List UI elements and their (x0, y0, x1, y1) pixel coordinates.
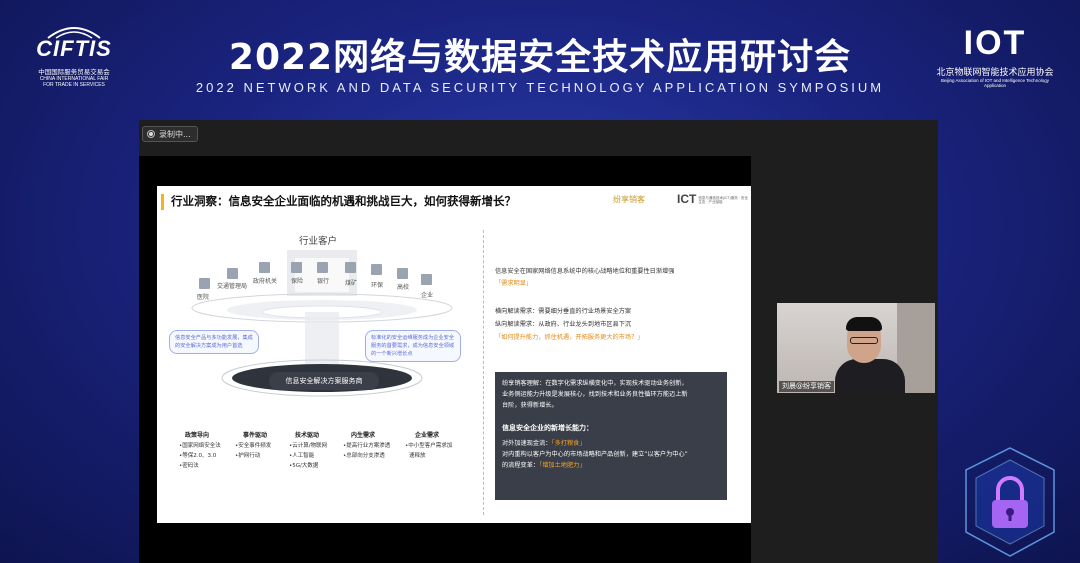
col-item: •中小型客户需求加 (405, 443, 453, 449)
col-head-policy: 政策导向 (185, 432, 210, 439)
bank-icon (317, 262, 328, 273)
highlight-text: 「如何提升能力，抓住机遇，开拓服务更大的市场？」 (495, 334, 644, 341)
ict-logo: ICT 信息与通信技术(ICT)服务 · 安全生态 · 产业赋能 (677, 192, 748, 206)
industry-label-mine: 煤矿 (345, 280, 358, 287)
col-item: •5G/大数据 (289, 463, 319, 469)
participant-glasses (850, 337, 878, 344)
highlight-text: 「增加土地肥力」 (539, 462, 586, 469)
hospital-icon (199, 278, 210, 289)
iot-association-logo: IOT 北京物联网智能技术应用协会 Beijing Association of… (930, 24, 1060, 96)
ict-mark: ICT (677, 192, 697, 206)
government-icon (259, 262, 270, 273)
col-item: •总部向分支渗透 (343, 453, 385, 459)
university-icon (397, 268, 408, 279)
industry-label-university: 高校 (397, 284, 410, 291)
highlight-text: 「多打粮食」 (551, 440, 586, 447)
col-item: 速释放 (409, 453, 426, 459)
right-note: 标准化的安全运维服务成为企业安全服务的首要需求，成为信息安全领域的一个新兴增长点 (365, 330, 461, 362)
right-p2-line1: 横向解读需求：需要细分垂直的行业场景安全方案 (495, 308, 632, 315)
col-item: •等保2.0、3.0 (179, 453, 217, 459)
iot-mark: IOT (963, 24, 1027, 62)
box-line: 对内重构以客户为中心的市场战略和产品创新，建立“以客户为中心” (502, 451, 688, 458)
slide-title: 行业洞察：信息安全企业面临的机遇和挑战巨大，如何获得新增长？ (171, 194, 516, 208)
record-icon (147, 130, 155, 138)
col-head-enterprise: 企业需求 (415, 432, 440, 439)
col-head-internal: 内生需求 (351, 432, 376, 439)
col-item: •护网行动 (235, 453, 261, 459)
col-head-event: 事件驱动 (243, 432, 268, 439)
col-item: •云计算/物联网 (289, 443, 328, 449)
col-item: •人工智能 (289, 453, 315, 459)
slide-divider (483, 230, 484, 515)
title-accent-bar (161, 194, 164, 210)
col-head-tech: 技术驱动 (295, 432, 320, 439)
event-banner: CIFTIS 中国国际服务贸易交易会 CHINA INTERNATIONAL F… (0, 0, 1080, 120)
box-line: 对外加速现金流：「多打粮食」 (502, 438, 720, 449)
col-item: •安全事件频发 (235, 443, 272, 449)
right-p1-highlight: 「需求明显」 (495, 278, 532, 289)
industry-label-bank: 银行 (317, 278, 330, 285)
recording-label: 录制中... (159, 129, 191, 139)
mine-icon (345, 262, 356, 273)
participant-name-label: 刘晨@纷享销客 (779, 381, 834, 392)
col-item: •国家网络安全法 (179, 443, 221, 449)
right-p2-highlight: 「如何提升能力，抓住机遇，开拓服务更大的市场？」 (495, 332, 644, 343)
iot-en: Beijing Association of IOT and Intellige… (941, 78, 1049, 88)
traffic-icon (227, 268, 238, 279)
enterprise-icon (421, 274, 432, 285)
box-prefix: 对外加速现金流： (502, 440, 552, 447)
industry-label-traffic: 交通管理局 (217, 283, 248, 290)
highlight-text: 「需求明显」 (495, 280, 533, 287)
event-subtitle: 2022 NETWORK AND DATA SECURITY TECHNOLOG… (195, 80, 885, 95)
fenxiang-logo: 纷享销客 (613, 195, 645, 204)
industry-label-government: 政府机关 (253, 278, 278, 285)
box-prefix: 的流程变革： (502, 462, 540, 469)
right-p2-line2: 纵向解读需求：从政府、行业龙头到地市区县下沉 (495, 321, 632, 328)
ict-desc: 信息与通信技术(ICT)服务 · 安全生态 · 产业赋能 (698, 195, 748, 204)
industry-label-enterprise: 企业 (421, 292, 434, 299)
event-title: 2022网络与数据安全技术应用研讨会 (228, 37, 852, 78)
box-line: 的流程变革：「增加土地肥力」 (502, 460, 720, 471)
participant-hair (846, 317, 882, 331)
environment-icon (371, 264, 382, 275)
box-heading: 信息安全企业的新增长能力： (502, 424, 593, 432)
insight-box: 纷享销客理解：在数字化需求纵横变化中，实现技术驱动业务创新， 业务侧运能力升级是… (495, 372, 727, 500)
industry-label-insurance: 保险 (291, 278, 304, 285)
insurance-icon (291, 262, 302, 273)
industry-label-environment: 环保 (371, 282, 384, 289)
participant-body (835, 359, 905, 393)
box-line: 台阶，获得新增长。 (502, 402, 558, 409)
participant-video[interactable] (777, 303, 935, 393)
iot-cn: 北京物联网智能技术应用协会 (936, 68, 1054, 78)
box-line: 纷享销客理解：在数字化需求纵横变化中，实现技术驱动业务创新， (502, 380, 688, 387)
core-service-label: 信息安全解决方案服务商 (269, 372, 379, 390)
industry-label-hospital: 医院 (197, 294, 210, 301)
right-p1-line1: 信息安全在国家网络信息系统中的核心战略地位和重要性日渐增强 (495, 268, 675, 275)
recording-badge[interactable]: 录制中... (142, 126, 198, 142)
presentation-slide: 行业洞察：信息安全企业面临的机遇和挑战巨大，如何获得新增长？ 纷享销客 ICT 信… (157, 186, 751, 523)
col-item: •密码法 (179, 463, 199, 469)
col-item: •提高行业方案渗透 (343, 443, 391, 449)
left-note: 信息安全产品与多功能发展，集成的安全解决方案成为用户首选 (169, 330, 259, 354)
box-line: 业务侧运能力升级是发展核心，找到技术和业务良性循环方能迈上新 (502, 391, 688, 398)
security-lock-icon (965, 447, 1055, 557)
